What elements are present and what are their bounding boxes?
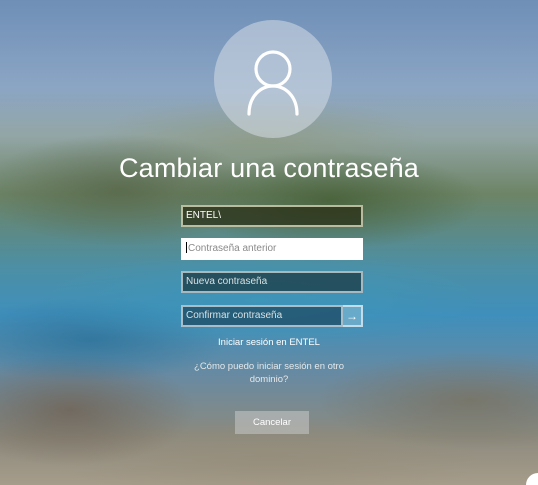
text-caret — [186, 242, 187, 253]
cancel-button[interactable]: Cancelar — [235, 411, 309, 434]
other-domain-link[interactable]: ¿Cómo puedo iniciar sesión en otro domin… — [189, 360, 349, 386]
submit-button[interactable]: → — [343, 305, 363, 327]
window-corner — [526, 473, 538, 485]
user-silhouette-icon — [247, 50, 299, 116]
username-field[interactable]: ENTEL\ — [181, 205, 363, 227]
confirm-password-placeholder: Confirmar contraseña — [186, 310, 283, 321]
page-title: Cambiar una contraseña — [118, 153, 420, 183]
lock-screen-background: Cambiar una contraseña ENTEL\ Contraseña… — [0, 0, 538, 485]
old-password-placeholder: Contraseña anterior — [188, 243, 277, 254]
new-password-placeholder: Nueva contraseña — [186, 276, 268, 287]
user-avatar — [214, 20, 332, 138]
sign-in-link[interactable]: Iniciar sesión en ENTEL — [0, 337, 538, 348]
confirm-password-field[interactable]: Confirmar contraseña — [181, 305, 343, 327]
old-password-field[interactable]: Contraseña anterior — [181, 238, 363, 260]
username-value: ENTEL\ — [186, 210, 222, 221]
arrow-right-icon: → — [346, 309, 358, 323]
new-password-field[interactable]: Nueva contraseña — [181, 271, 363, 293]
